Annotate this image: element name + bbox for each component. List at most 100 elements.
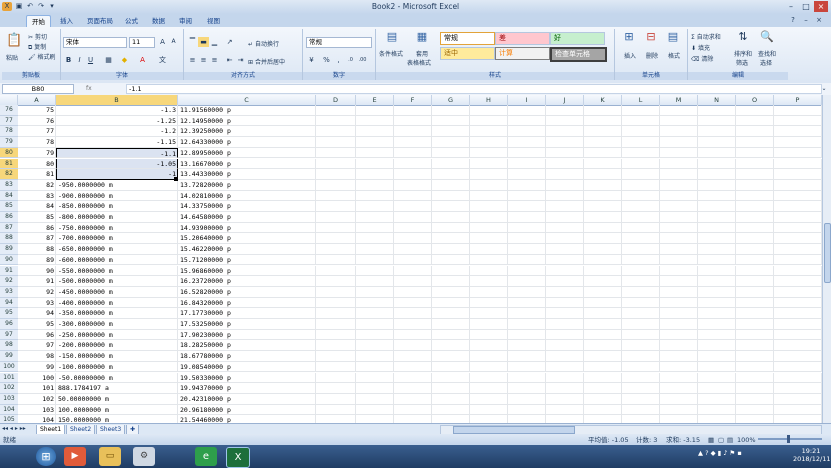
orientation-icon[interactable]: ↗ (224, 37, 235, 47)
cell-n[interactable] (698, 190, 736, 202)
cell-m[interactable] (660, 276, 698, 287)
cell-p[interactable] (774, 329, 822, 341)
insert-button[interactable]: 插入 (624, 51, 636, 60)
cell-k[interactable] (584, 190, 622, 202)
cell-a[interactable]: 98 (18, 351, 56, 362)
cell-g[interactable] (432, 308, 470, 319)
decrease-indent-icon[interactable]: ⇤ (224, 55, 235, 65)
row-header[interactable]: 85 (0, 201, 18, 212)
network-app-icon[interactable]: ⚙ (133, 447, 155, 466)
cell-p[interactable] (774, 383, 822, 394)
cell-l[interactable] (622, 169, 660, 180)
cell-d[interactable] (316, 404, 356, 416)
cell-f[interactable] (394, 276, 432, 287)
cell-c[interactable]: 19.08540000 p (178, 361, 316, 373)
cell-o[interactable] (736, 222, 774, 234)
cell-l[interactable] (622, 179, 660, 191)
cell-j[interactable] (546, 340, 584, 352)
cell-j[interactable] (546, 244, 584, 255)
cell-k[interactable] (584, 308, 622, 319)
cell-j[interactable] (546, 201, 584, 212)
cell-c[interactable]: 12.64330000 p (178, 137, 316, 148)
cell-n[interactable] (698, 212, 736, 223)
cell-f[interactable] (394, 308, 432, 319)
cell-l[interactable] (622, 158, 660, 170)
column-header-k[interactable]: K (584, 95, 622, 105)
cell-a[interactable]: 79 (18, 147, 56, 159)
row-header[interactable]: 88 (0, 233, 18, 245)
cell-g[interactable] (432, 158, 470, 170)
cell-l[interactable] (622, 233, 660, 245)
cell-d[interactable] (316, 212, 356, 223)
cell-h[interactable] (470, 201, 508, 212)
autosum-button[interactable]: Σ 自动求和 (691, 32, 721, 41)
currency-icon[interactable]: ¥ (306, 55, 317, 65)
align-right-icon[interactable]: ≡ (209, 55, 220, 65)
cell-l[interactable] (622, 361, 660, 373)
view-page-break-icon[interactable]: ▤ (727, 435, 733, 445)
cell-f[interactable] (394, 147, 432, 159)
cell-i[interactable] (508, 404, 546, 416)
cell-f[interactable] (394, 201, 432, 212)
cell-n[interactable] (698, 244, 736, 255)
cell-o[interactable] (736, 340, 774, 352)
sort-label[interactable]: 排序和 (734, 49, 752, 58)
cell-l[interactable] (622, 351, 660, 362)
conditional-format-button[interactable]: 条件格式 (379, 49, 403, 58)
cell-b[interactable]: 100.0000000 m (56, 404, 178, 416)
cell-h[interactable] (470, 115, 508, 127)
cell-k[interactable] (584, 383, 622, 394)
view-normal-icon[interactable]: ▦ (708, 435, 714, 445)
cell-k[interactable] (584, 372, 622, 384)
cell-k[interactable] (584, 233, 622, 245)
cell-h[interactable] (470, 319, 508, 330)
row-header[interactable]: 102 (0, 383, 18, 394)
cell-g[interactable] (432, 383, 470, 394)
cell-m[interactable] (660, 297, 698, 309)
cell-m[interactable] (660, 222, 698, 234)
cell-k[interactable] (584, 297, 622, 309)
cell-l[interactable] (622, 329, 660, 341)
row-header[interactable]: 101 (0, 372, 18, 384)
cell-g[interactable] (432, 340, 470, 352)
cell-e[interactable] (356, 393, 394, 405)
cell-p[interactable] (774, 297, 822, 309)
cell-f[interactable] (394, 105, 432, 116)
cell-l[interactable] (622, 286, 660, 298)
cell-h[interactable] (470, 158, 508, 170)
cell-p[interactable] (774, 147, 822, 159)
minimize-button[interactable]: – (784, 1, 798, 12)
cell-d[interactable] (316, 115, 356, 127)
view-page-layout-icon[interactable]: ▢ (718, 435, 724, 445)
cell-e[interactable] (356, 308, 394, 319)
column-header-h[interactable]: H (470, 95, 508, 105)
cell-l[interactable] (622, 308, 660, 319)
cell-i[interactable] (508, 340, 546, 352)
cell-f[interactable] (394, 297, 432, 309)
cell-f[interactable] (394, 169, 432, 180)
doc-close-button[interactable]: × (812, 15, 826, 26)
cell-g[interactable] (432, 105, 470, 116)
cell-b[interactable]: -250.0000000 m (56, 329, 178, 341)
cell-d[interactable] (316, 329, 356, 341)
cell-b[interactable]: 150.0000000 m (56, 415, 178, 423)
vertical-scroll-thumb[interactable] (824, 223, 831, 283)
cell-p[interactable] (774, 372, 822, 384)
cell-c[interactable]: 17.17730000 p (178, 308, 316, 319)
cell-i[interactable] (508, 265, 546, 277)
format-button[interactable]: 格式 (668, 51, 680, 60)
cell-c[interactable]: 17.53250000 p (178, 319, 316, 330)
cell-c[interactable]: 16.23720000 p (178, 276, 316, 287)
file-explorer-icon[interactable]: ▭ (99, 447, 121, 466)
cell-h[interactable] (470, 308, 508, 319)
cell-h[interactable] (470, 137, 508, 148)
cell-g[interactable] (432, 254, 470, 266)
cell-m[interactable] (660, 244, 698, 255)
border-icon[interactable]: ▦ (103, 55, 114, 65)
align-left-icon[interactable]: ≡ (187, 55, 198, 65)
cell-p[interactable] (774, 137, 822, 148)
cell-n[interactable] (698, 222, 736, 234)
cell-b[interactable]: -1.2 (56, 126, 178, 138)
cell-l[interactable] (622, 244, 660, 255)
cell-j[interactable] (546, 361, 584, 373)
